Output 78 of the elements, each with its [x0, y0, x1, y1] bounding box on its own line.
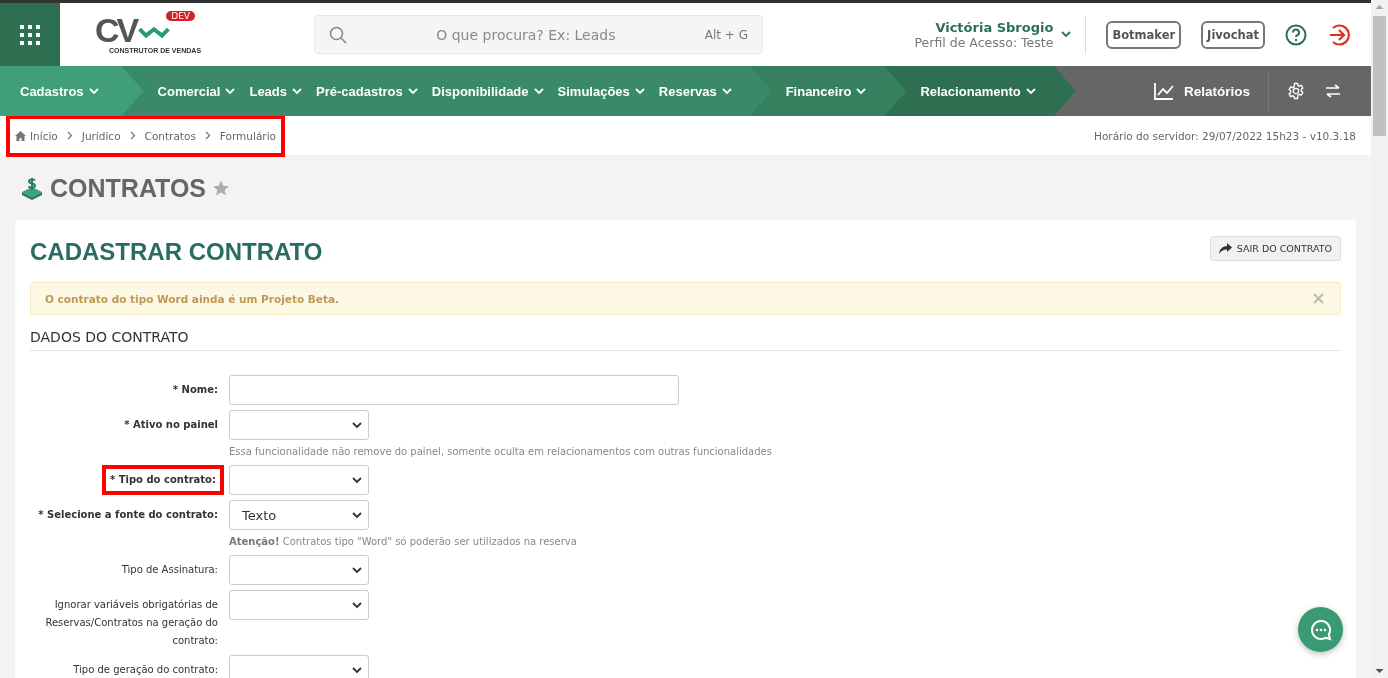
card-title: CADASTRAR CONTRATO — [30, 238, 323, 266]
chevron-down-icon — [1025, 87, 1036, 95]
close-icon[interactable] — [1313, 293, 1324, 304]
alert-text: O contrato do tipo Word ainda é um Projeto Beta. — [45, 292, 339, 305]
chevron-down-icon — [292, 87, 303, 95]
field-label: * Nome: — [171, 383, 219, 397]
section-heading: DADOS DO CONTRATO — [30, 329, 1341, 351]
chevron-down-icon — [88, 87, 99, 95]
chevron-down-icon — [856, 87, 867, 95]
menu-item[interactable]: Pré-cadastros — [316, 83, 418, 99]
reports-link[interactable]: Relatórios — [1153, 82, 1268, 100]
menu-item[interactable]: Leads — [249, 83, 303, 99]
chevron-down-icon — [352, 421, 362, 429]
select-field[interactable] — [229, 655, 369, 678]
home-icon — [15, 130, 26, 141]
field-hint: Essa funcionalidade não remove do painel, somente oculta em relacionamentos com outras funcionalidades — [229, 446, 773, 457]
money-box-icon — [20, 176, 44, 200]
chevron-down-icon — [352, 511, 362, 519]
chevron-down-icon — [1061, 31, 1072, 38]
dev-badge: DEV — [166, 11, 195, 21]
chevron-down-icon — [533, 87, 544, 95]
chat-bubble-icon — [1309, 618, 1332, 641]
apps-menu-button[interactable] — [0, 3, 60, 66]
menu-item[interactable]: Reservas — [658, 83, 732, 99]
chevron-down-icon — [225, 87, 236, 95]
menu-item[interactable]: Comercial — [157, 83, 236, 99]
chevron-right-icon — [66, 131, 73, 140]
chevron-down-icon — [634, 87, 645, 95]
scrollbar-thumb[interactable] — [1373, 16, 1386, 136]
logo-letters: CV — [95, 14, 137, 46]
menu-item[interactable]: Cadastros — [20, 83, 99, 99]
menu-item[interactable]: Disponibilidade — [431, 83, 544, 99]
chevron-down-icon — [352, 476, 362, 484]
help-icon[interactable] — [1285, 23, 1307, 46]
menu-item[interactable]: Financeiro — [785, 83, 867, 99]
chevron-down-icon — [352, 566, 362, 574]
breadcrumb-link[interactable]: Contratos — [144, 129, 196, 142]
header-button[interactable]: Jivochat — [1201, 20, 1265, 49]
server-time: Horário do servidor: 29/07/2022 15h23 - v10.3.18 — [1094, 129, 1356, 142]
shortcut-hint: Alt + G — [704, 27, 748, 42]
swap-arrows-icon[interactable] — [1325, 84, 1341, 98]
breadcrumb-link[interactable]: Jurídico — [81, 129, 121, 142]
settings-icon[interactable] — [1287, 82, 1305, 100]
search-placeholder: O que procura? Ex: Leads — [435, 26, 617, 43]
chevron-down-icon — [352, 601, 362, 609]
share-arrow-icon — [1218, 243, 1232, 254]
user-name[interactable]: Victória Sbrogio — [914, 19, 1054, 35]
star-icon[interactable] — [212, 179, 231, 197]
search-field[interactable]: O que procura? Ex: Leads Alt + G — [314, 15, 763, 54]
field-label: Ignorar variáveis obrigatórias de Reservas/Contratos na geração do contrato: — [44, 598, 219, 648]
exit-contract-button[interactable]: SAIR DO CONTRATO — [1209, 236, 1341, 261]
select-field[interactable] — [229, 590, 369, 620]
grid-icon — [19, 23, 41, 46]
logout-icon[interactable] — [1327, 22, 1351, 47]
user-profile: Perfil de Acesso: Teste — [914, 34, 1054, 50]
field-label: Tipo de geração do contrato: — [72, 663, 219, 677]
field-label: * Selecione a fonte do contrato: — [37, 508, 219, 522]
search-icon — [329, 25, 347, 44]
chevron-down-icon — [352, 666, 362, 674]
field-label: * Ativo no painel — [123, 418, 219, 432]
line-chart-icon — [1153, 82, 1174, 100]
menu-item[interactable]: Relacionamento — [920, 83, 1036, 99]
menu-item[interactable]: Simulações — [557, 83, 645, 99]
chevron-right-icon — [129, 131, 136, 140]
select-field[interactable] — [229, 410, 369, 440]
field-hint: Atenção! Contratos tipo "Word" só poderão ser utilizados na reserva — [229, 536, 578, 547]
select-field[interactable]: Texto — [229, 500, 369, 530]
page-title: CONTRATOS — [50, 173, 207, 203]
breadcrumb-link[interactable]: Início — [15, 129, 58, 142]
header-button[interactable]: Botmaker — [1106, 20, 1182, 49]
field-label: Tipo de Assinatura: — [120, 563, 219, 577]
chevron-down-icon — [721, 87, 732, 95]
chevron-right-icon — [204, 131, 211, 140]
chevron-down-icon — [407, 87, 418, 95]
select-field[interactable] — [229, 555, 369, 585]
text-input[interactable] — [229, 375, 679, 405]
breadcrumb-link[interactable]: Formulário — [219, 129, 276, 142]
select-field[interactable] — [229, 465, 369, 495]
